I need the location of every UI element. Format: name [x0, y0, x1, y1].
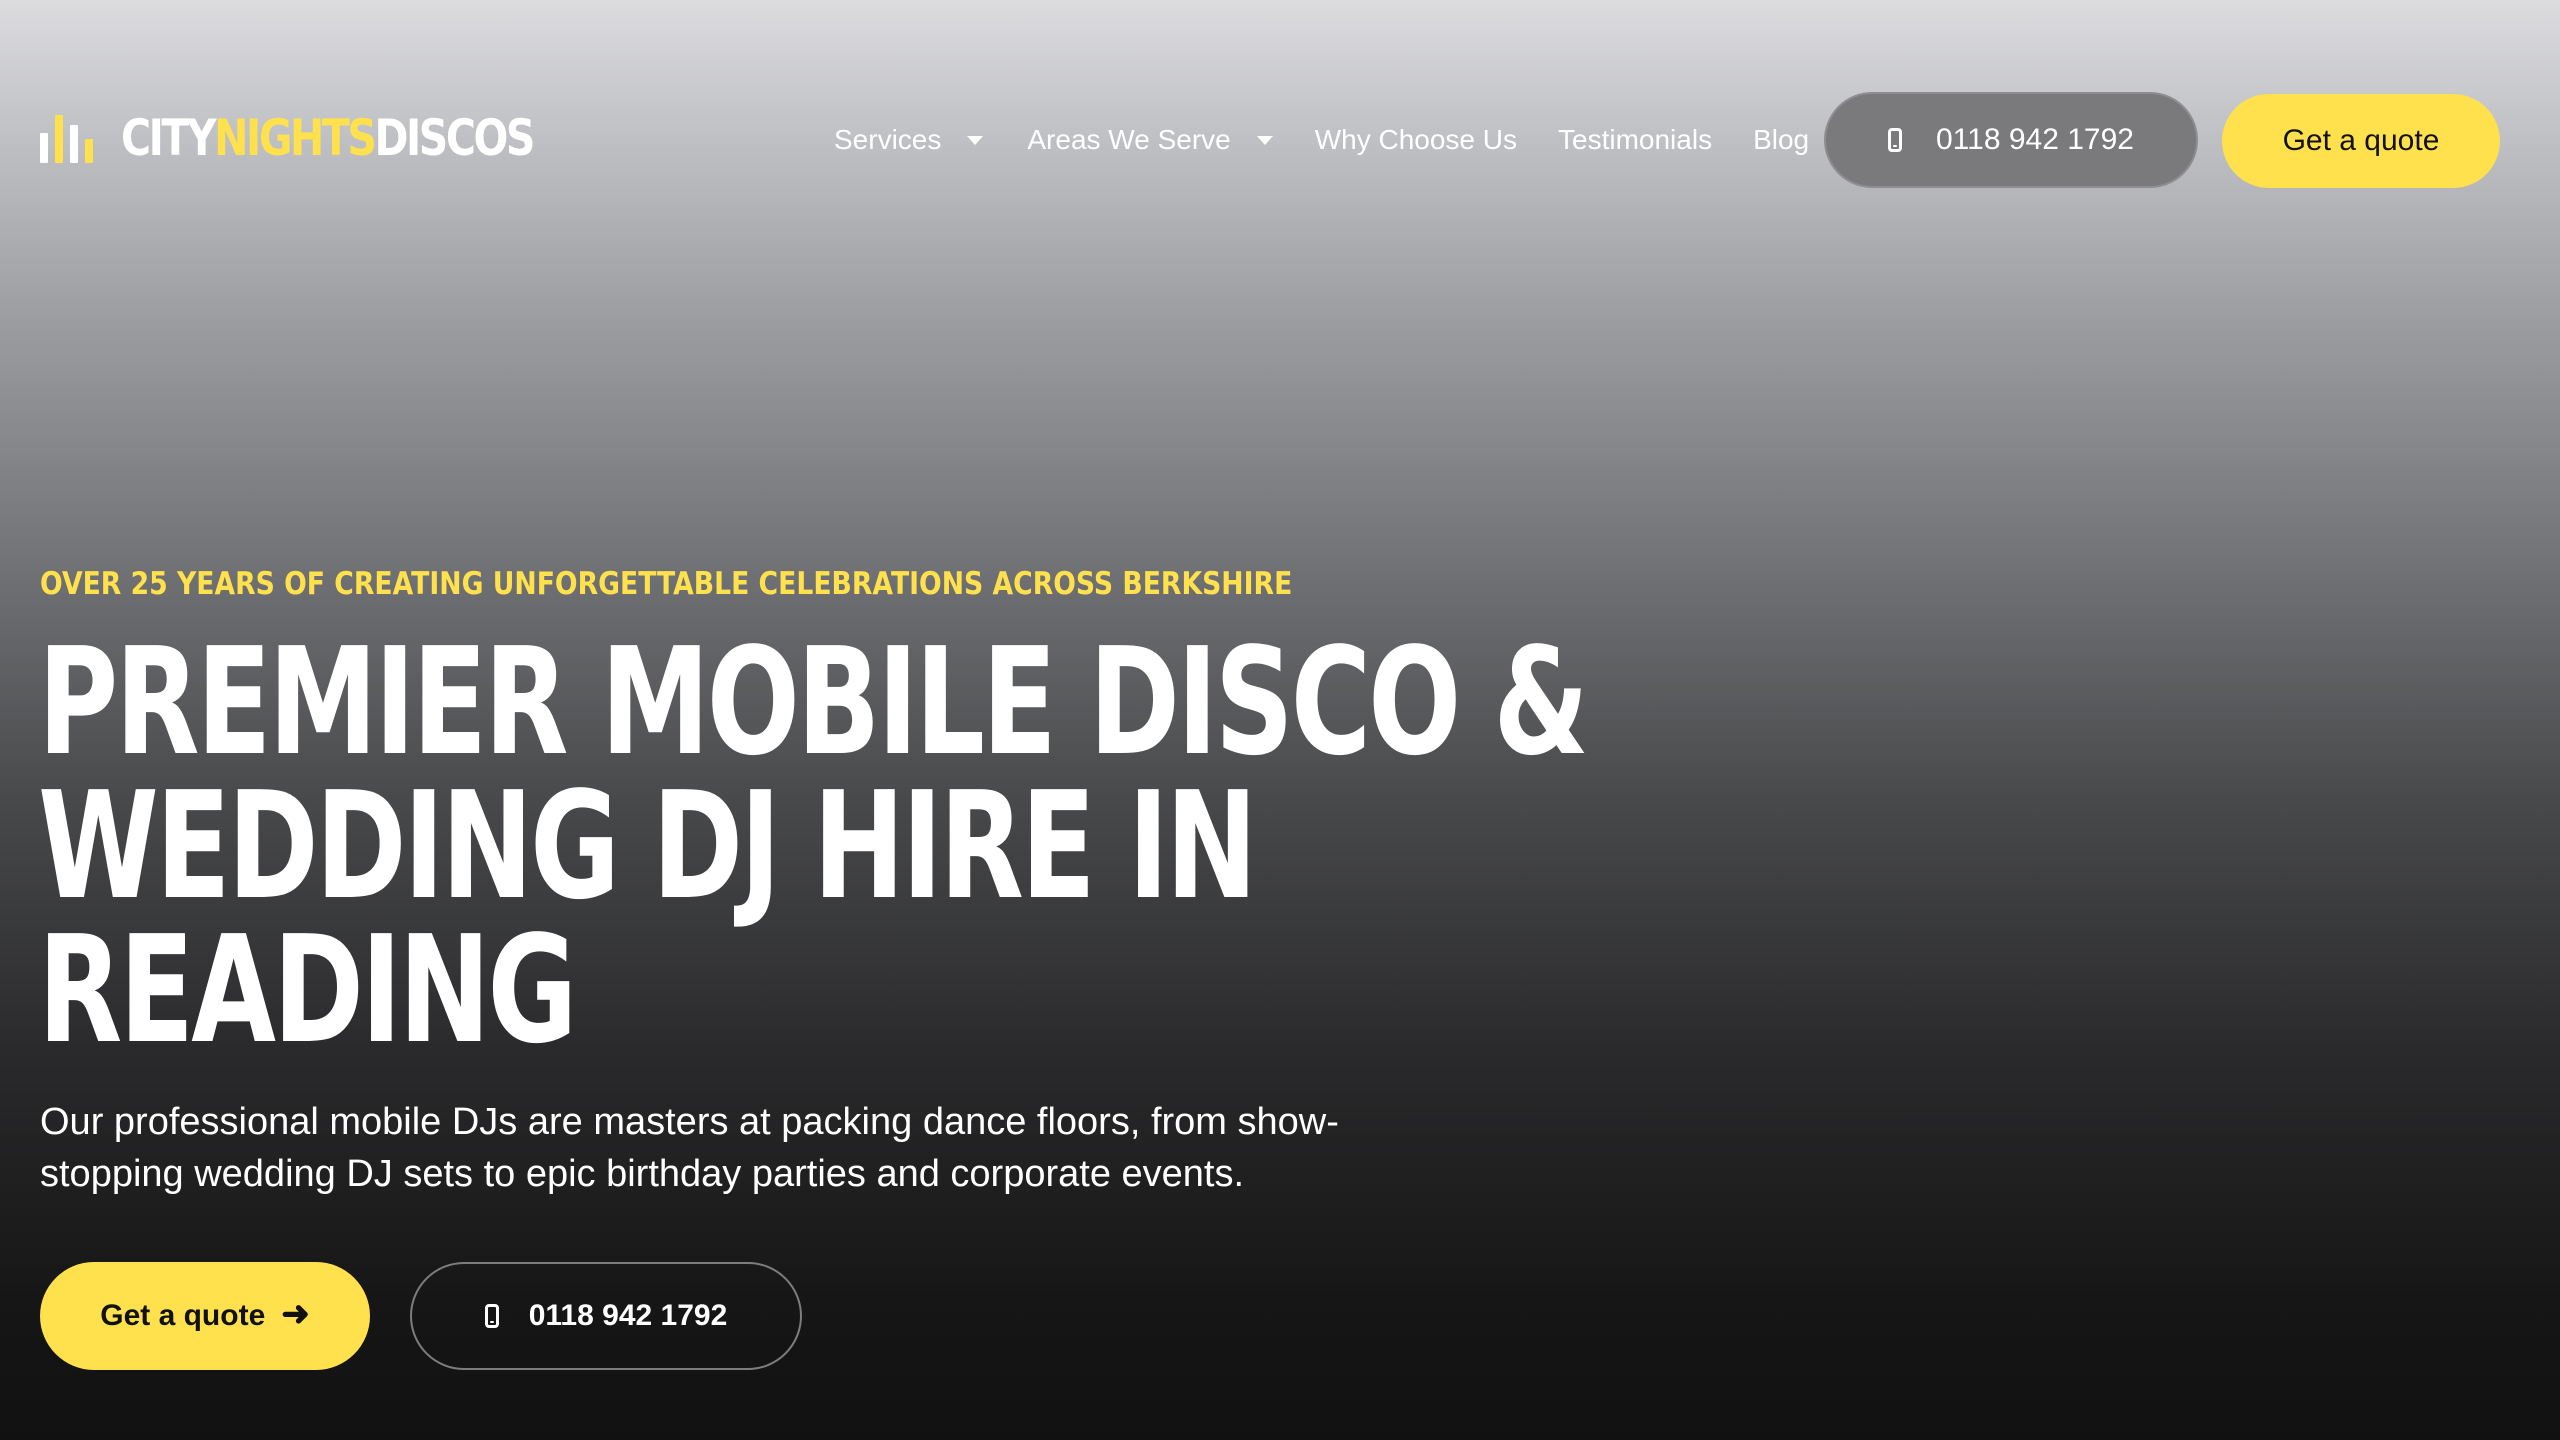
nav-item-areas-label: Areas We Serve — [1027, 124, 1231, 155]
equalizer-bars-icon — [40, 113, 93, 163]
hero-get-quote-label: Get a quote — [100, 1299, 266, 1332]
nav-item-services[interactable]: Services — [834, 124, 984, 156]
hero-headline-line: READING — [38, 904, 577, 1076]
nav-item-areas-we-serve[interactable]: Areas We Serve — [1027, 124, 1273, 156]
hero-phone-number: 0118 942 1792 — [528, 1299, 728, 1332]
hero-headline-line: WEDDING DJ HIRE IN — [38, 760, 1257, 932]
nav-item-services-label: Services — [834, 124, 942, 155]
site-header: CITYNIGHTSDISCOS Services Areas We Serve… — [0, 0, 2560, 280]
caret-down-icon — [1256, 135, 1273, 145]
header-phone-number: 0118 942 1792 — [1936, 123, 2134, 156]
nav-item-blog[interactable]: Blog — [1753, 124, 1809, 156]
logo-word-nights: NIGHTS — [214, 109, 377, 167]
hero-headline-line: PREMIER MOBILE DISCO & — [38, 616, 1589, 788]
header-get-quote-button[interactable]: Get a quote — [2222, 94, 2500, 188]
nav-item-testimonials[interactable]: Testimonials — [1558, 124, 1712, 156]
hero-headline: PREMIER MOBILE DISCO & WEDDING DJ HIRE I… — [38, 616, 1589, 1076]
logo-word-city: CITY — [121, 109, 217, 167]
hero-subtitle-line: Our professional mobile DJs are masters … — [40, 1101, 1339, 1143]
site-logo[interactable]: CITYNIGHTSDISCOS — [40, 108, 623, 168]
hero-subtitle-line: stopping wedding DJ sets to epic birthda… — [40, 1153, 1245, 1195]
main-nav: Services Areas We Serve Why Choose Us Te… — [834, 110, 1809, 170]
mobile-phone-icon — [1888, 128, 1902, 152]
hero-get-quote-button[interactable]: Get a quote ➜ — [40, 1262, 370, 1370]
logo-word-discos: DISCOS — [374, 109, 535, 167]
mobile-phone-icon — [484, 1304, 499, 1328]
header-phone-button[interactable]: 0118 942 1792 — [1824, 92, 2198, 188]
arrow-right-icon: ➜ — [281, 1295, 310, 1333]
hero-eyebrow: OVER 25 YEARS OF CREATING UNFORGETTABLE … — [40, 566, 1293, 602]
nav-item-why-choose-us[interactable]: Why Choose Us — [1315, 124, 1517, 156]
hero-subtitle: Our professional mobile DJs are masters … — [40, 1096, 1470, 1200]
hero-phone-button[interactable]: 0118 942 1792 — [410, 1262, 802, 1370]
caret-down-icon — [967, 135, 984, 145]
logo-wordmark: CITYNIGHTSDISCOS — [121, 113, 535, 163]
